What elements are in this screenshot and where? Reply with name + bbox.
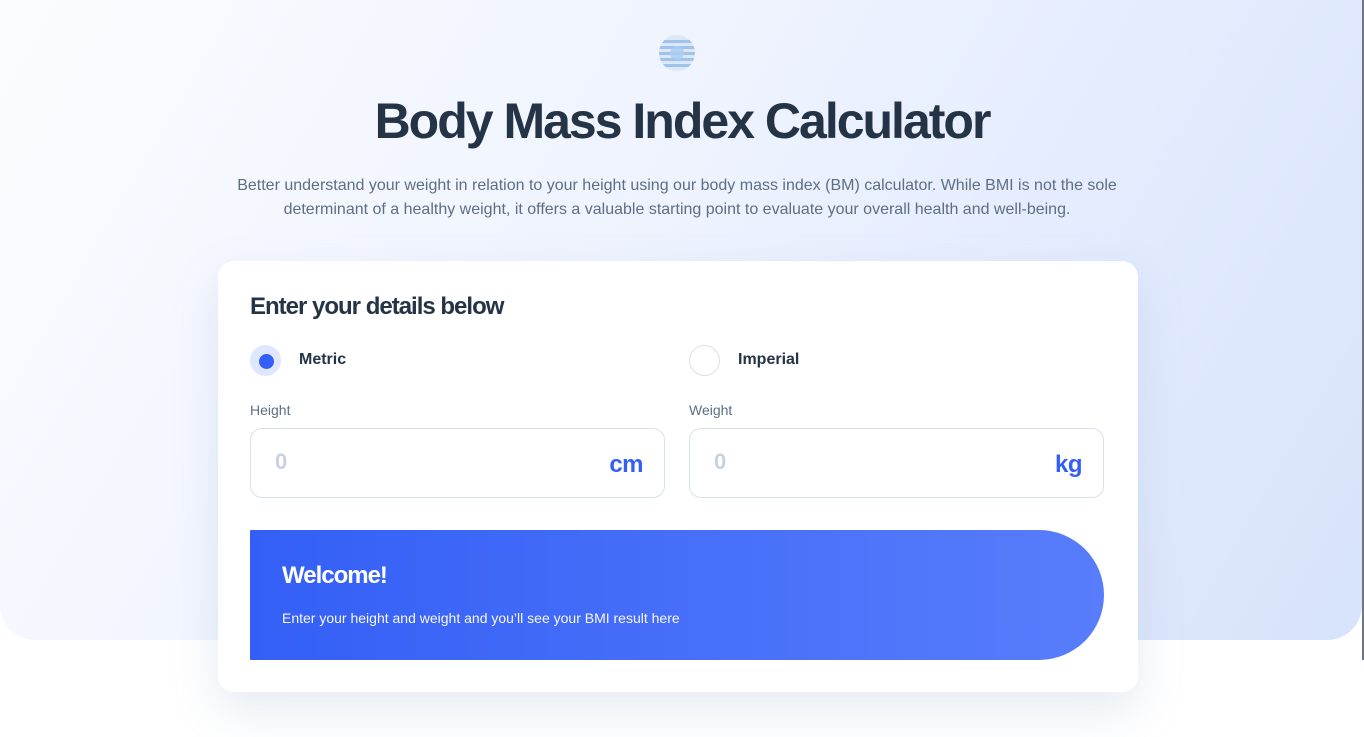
page-title: Body Mass Index Calculator — [374, 93, 992, 149]
result-title: Welcome! — [282, 562, 388, 589]
height-unit: cm — [609, 451, 643, 478]
weight-field[interactable]: kg — [689, 428, 1104, 498]
metric-radio-button[interactable] — [250, 344, 281, 376]
bmi-form-card: Enter your details below Metric Imperial… — [218, 261, 1138, 692]
metric-label: Metric — [299, 351, 347, 368]
weight-input[interactable] — [714, 448, 1014, 475]
bmi-logo-icon — [659, 35, 695, 71]
imperial-radio-option[interactable]: Imperial — [689, 344, 799, 376]
form-title: Enter your details below — [250, 293, 504, 320]
bmi-result-panel: Welcome! Enter your height and weight an… — [250, 530, 1104, 660]
imperial-label: Imperial — [738, 351, 800, 368]
imperial-radio-button[interactable] — [689, 344, 720, 376]
height-input[interactable] — [275, 448, 575, 475]
intro-text: Better understand your weight in relatio… — [237, 177, 1117, 218]
bmi-calculator-page: Body Mass Index Calculator Better unders… — [0, 0, 1364, 737]
weight-label: Weight — [689, 402, 733, 418]
height-field[interactable]: cm — [250, 428, 665, 498]
height-label: Height — [250, 402, 291, 418]
weight-unit: kg — [1054, 451, 1083, 478]
metric-radio-option[interactable]: Metric — [250, 344, 346, 376]
selected-radio-dot — [259, 353, 274, 369]
result-message: Enter your height and weight and you’ll … — [282, 610, 680, 626]
